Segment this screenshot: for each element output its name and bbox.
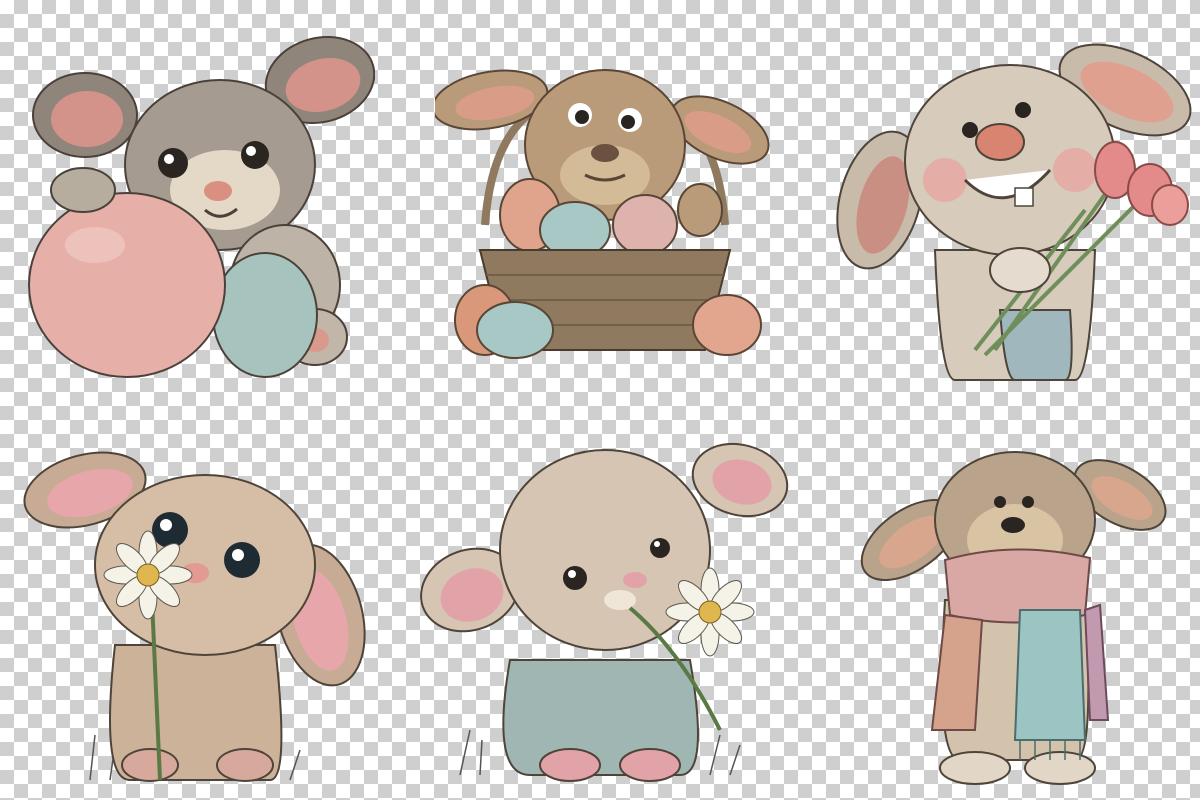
artwork-canvas — [0, 0, 1200, 800]
bunny-with-pink-egg-illustration — [28, 36, 375, 378]
bunny-sitting-with-daisy-illustration — [420, 442, 789, 782]
bunny-with-scarf-illustration — [860, 451, 1167, 785]
bunny-in-easter-basket-illustration — [435, 69, 770, 359]
bunny-smelling-daisy-illustration — [23, 451, 366, 782]
bunny-with-pink-tulips-illustration — [836, 43, 1192, 381]
